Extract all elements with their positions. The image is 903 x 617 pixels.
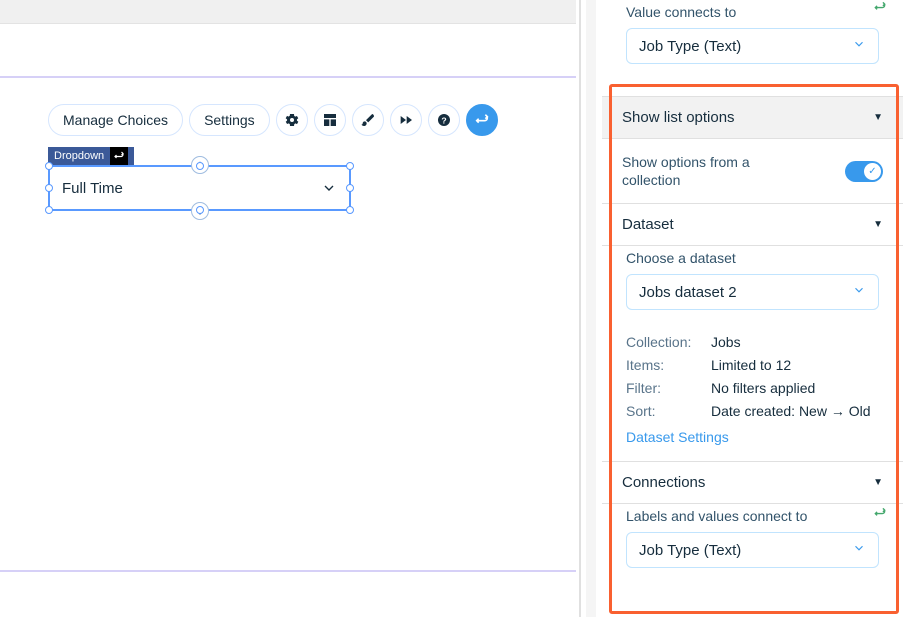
layout-icon [322, 112, 338, 128]
chevron-down-icon [852, 541, 866, 559]
layout-icon-button[interactable] [314, 104, 346, 136]
show-list-options-header[interactable]: Show list options ▼ [602, 96, 903, 139]
show-from-collection-row: Show options from a collection ✓ [602, 139, 903, 203]
caret-down-icon: ▼ [873, 477, 883, 488]
value-connects-select[interactable]: Job Type (Text) [626, 28, 879, 64]
filter-key: Filter: [626, 380, 711, 396]
dataset-header[interactable]: Dataset ▼ [602, 203, 903, 246]
labels-values-connect-label: Labels and values connect to [626, 508, 879, 524]
resize-handle-tr[interactable] [346, 162, 354, 170]
labels-values-connect-value: Job Type (Text) [639, 542, 741, 559]
data-binding-indicator-icon [110, 147, 128, 165]
choose-dataset-select[interactable]: Jobs dataset 2 [626, 274, 879, 310]
canvas-guide-bottom [0, 570, 576, 572]
manage-choices-button[interactable]: Manage Choices [48, 104, 183, 136]
choose-dataset-label: Choose a dataset [626, 250, 879, 266]
connections-title: Connections [622, 474, 705, 491]
show-from-collection-toggle[interactable]: ✓ [845, 161, 883, 182]
caret-down-icon: ▼ [873, 219, 883, 230]
settings-button[interactable]: Settings [189, 104, 270, 136]
help-icon: ? [436, 112, 452, 128]
choose-dataset-value: Jobs dataset 2 [639, 284, 737, 301]
panel-separator[interactable] [576, 0, 602, 617]
canvas-topbar [0, 0, 576, 24]
svg-text:?: ? [441, 115, 446, 125]
dropdown-element[interactable]: Dropdown Full Time [48, 146, 351, 211]
animation-icon-button[interactable] [390, 104, 422, 136]
collection-value: Jobs [711, 334, 879, 350]
help-icon-button[interactable]: ? [428, 104, 460, 136]
resize-handle-bm[interactable] [196, 206, 204, 214]
dataset-title: Dataset [622, 216, 674, 233]
dropdown-box[interactable]: Full Time [48, 165, 351, 211]
dropdown-value: Full Time [62, 180, 321, 197]
field-connected-icon [873, 506, 887, 523]
canvas-guide-top [0, 76, 576, 78]
gear-icon-button[interactable] [276, 104, 308, 136]
value-connects-label: Value connects to [626, 4, 879, 20]
connections-header[interactable]: Connections ▼ [602, 461, 903, 504]
floating-toolbar: Manage Choices Settings ? [48, 104, 498, 136]
dataset-settings-link[interactable]: Dataset Settings [626, 429, 729, 445]
resize-handle-ml[interactable] [45, 184, 53, 192]
sort-value: Date created: New → Old [711, 403, 879, 419]
chevron-down-icon [852, 37, 866, 55]
data-link-icon [474, 112, 490, 128]
labels-values-connect-select[interactable]: Job Type (Text) [626, 532, 879, 568]
toggle-knob-check-icon: ✓ [864, 163, 881, 180]
show-list-options-title: Show list options [622, 109, 735, 126]
resize-handle-tm[interactable] [196, 162, 204, 170]
resize-handle-tl[interactable] [45, 162, 53, 170]
resize-handle-br[interactable] [346, 206, 354, 214]
element-tag-label: Dropdown [54, 150, 104, 162]
collection-key: Collection: [626, 334, 711, 350]
gear-icon [284, 112, 300, 128]
items-key: Items: [626, 357, 711, 373]
resize-handle-mr[interactable] [346, 184, 354, 192]
value-connects-value: Job Type (Text) [639, 38, 741, 55]
items-value: Limited to 12 [711, 357, 879, 373]
chevron-down-icon [852, 283, 866, 301]
resize-handle-bl[interactable] [45, 206, 53, 214]
field-connected-icon [873, 0, 887, 17]
filter-value: No filters applied [711, 380, 879, 396]
data-link-icon-button[interactable] [466, 104, 498, 136]
paint-icon [360, 112, 376, 128]
design-icon-button[interactable] [352, 104, 384, 136]
motion-icon [398, 112, 414, 128]
dataset-info: Collection: Jobs Items: Limited to 12 Fi… [602, 324, 903, 451]
element-tag: Dropdown [48, 147, 134, 165]
canvas-region: Manage Choices Settings ? Dropdown Ful [0, 0, 576, 617]
show-from-collection-label: Show options from a collection [622, 153, 782, 189]
caret-down-icon: ▼ [873, 112, 883, 123]
properties-panel: Value connects to Job Type (Text) Show l… [602, 0, 903, 617]
sort-key: Sort: [626, 403, 711, 419]
chevron-down-icon [321, 180, 337, 196]
